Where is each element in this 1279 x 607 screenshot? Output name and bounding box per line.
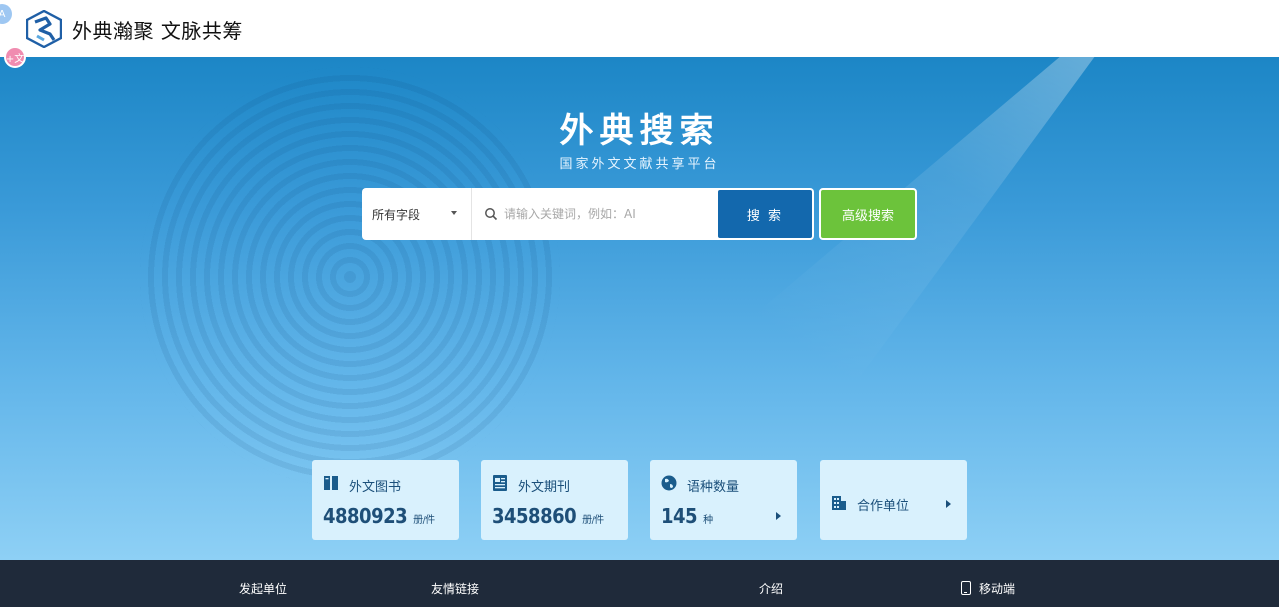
advanced-search-button[interactable]: 高级搜索 — [819, 188, 917, 240]
building-icon — [832, 496, 846, 510]
stat-label: 合作单位 — [857, 499, 910, 514]
stat-card-partners[interactable]: 合作单位 — [820, 460, 967, 540]
journal-icon — [493, 475, 507, 491]
hero-title: 外典搜索 — [559, 111, 720, 151]
search-box: 所有字段 搜 索 — [362, 188, 814, 240]
stat-card-languages[interactable]: 语种数量 145 种 — [650, 460, 797, 540]
stat-card-books[interactable]: 外文图书 4880923 册/件 — [312, 460, 459, 540]
caret-down-icon — [451, 211, 457, 215]
globe-icon — [661, 475, 677, 491]
site-title[interactable]: 外典瀚聚 文脉共筹 — [72, 15, 243, 44]
search-field-value: 所有字段 — [372, 207, 421, 222]
stat-value: 4880923 册/件 — [323, 504, 435, 528]
stat-label: 外文期刊 — [518, 480, 571, 495]
logo-icon[interactable] — [26, 10, 62, 48]
footer: 发起单位 友情链接 介绍 移动端 — [0, 560, 1279, 607]
search-icon — [485, 208, 498, 221]
footer-friend-links[interactable]: 友情链接 — [431, 580, 479, 597]
search-input[interactable] — [504, 194, 714, 234]
stat-value: 3458860 册/件 — [492, 504, 604, 528]
hero-subtitle: 国家外文文献共享平台 — [559, 157, 720, 172]
chevron-right-icon[interactable] — [776, 512, 781, 520]
search-field-select[interactable]: 所有字段 — [362, 188, 472, 240]
footer-about-link[interactable]: 介绍 — [759, 580, 783, 597]
footer-sponsors-link[interactable]: 发起单位 — [239, 580, 287, 597]
chevron-right-icon[interactable] — [946, 500, 951, 508]
stat-label: 语种数量 — [687, 480, 740, 495]
stat-value: 145 种 — [661, 504, 713, 528]
book-icon — [324, 476, 338, 490]
mobile-phone-icon — [961, 581, 971, 595]
stat-label: 外文图书 — [349, 480, 402, 495]
translate-tool-icon[interactable]: +文 — [4, 46, 26, 68]
stat-card-journals[interactable]: 外文期刊 3458860 册/件 — [481, 460, 628, 540]
hero-banner: 外典搜索 国家外文文献共享平台 所有字段 搜 索 高级搜索 外文图书 48809… — [0, 57, 1279, 560]
search-button[interactable]: 搜 索 — [718, 190, 812, 238]
footer-mobile-link[interactable]: 移动端 — [979, 580, 1015, 597]
header: 外典瀚聚 文脉共筹 — [0, 0, 1279, 57]
